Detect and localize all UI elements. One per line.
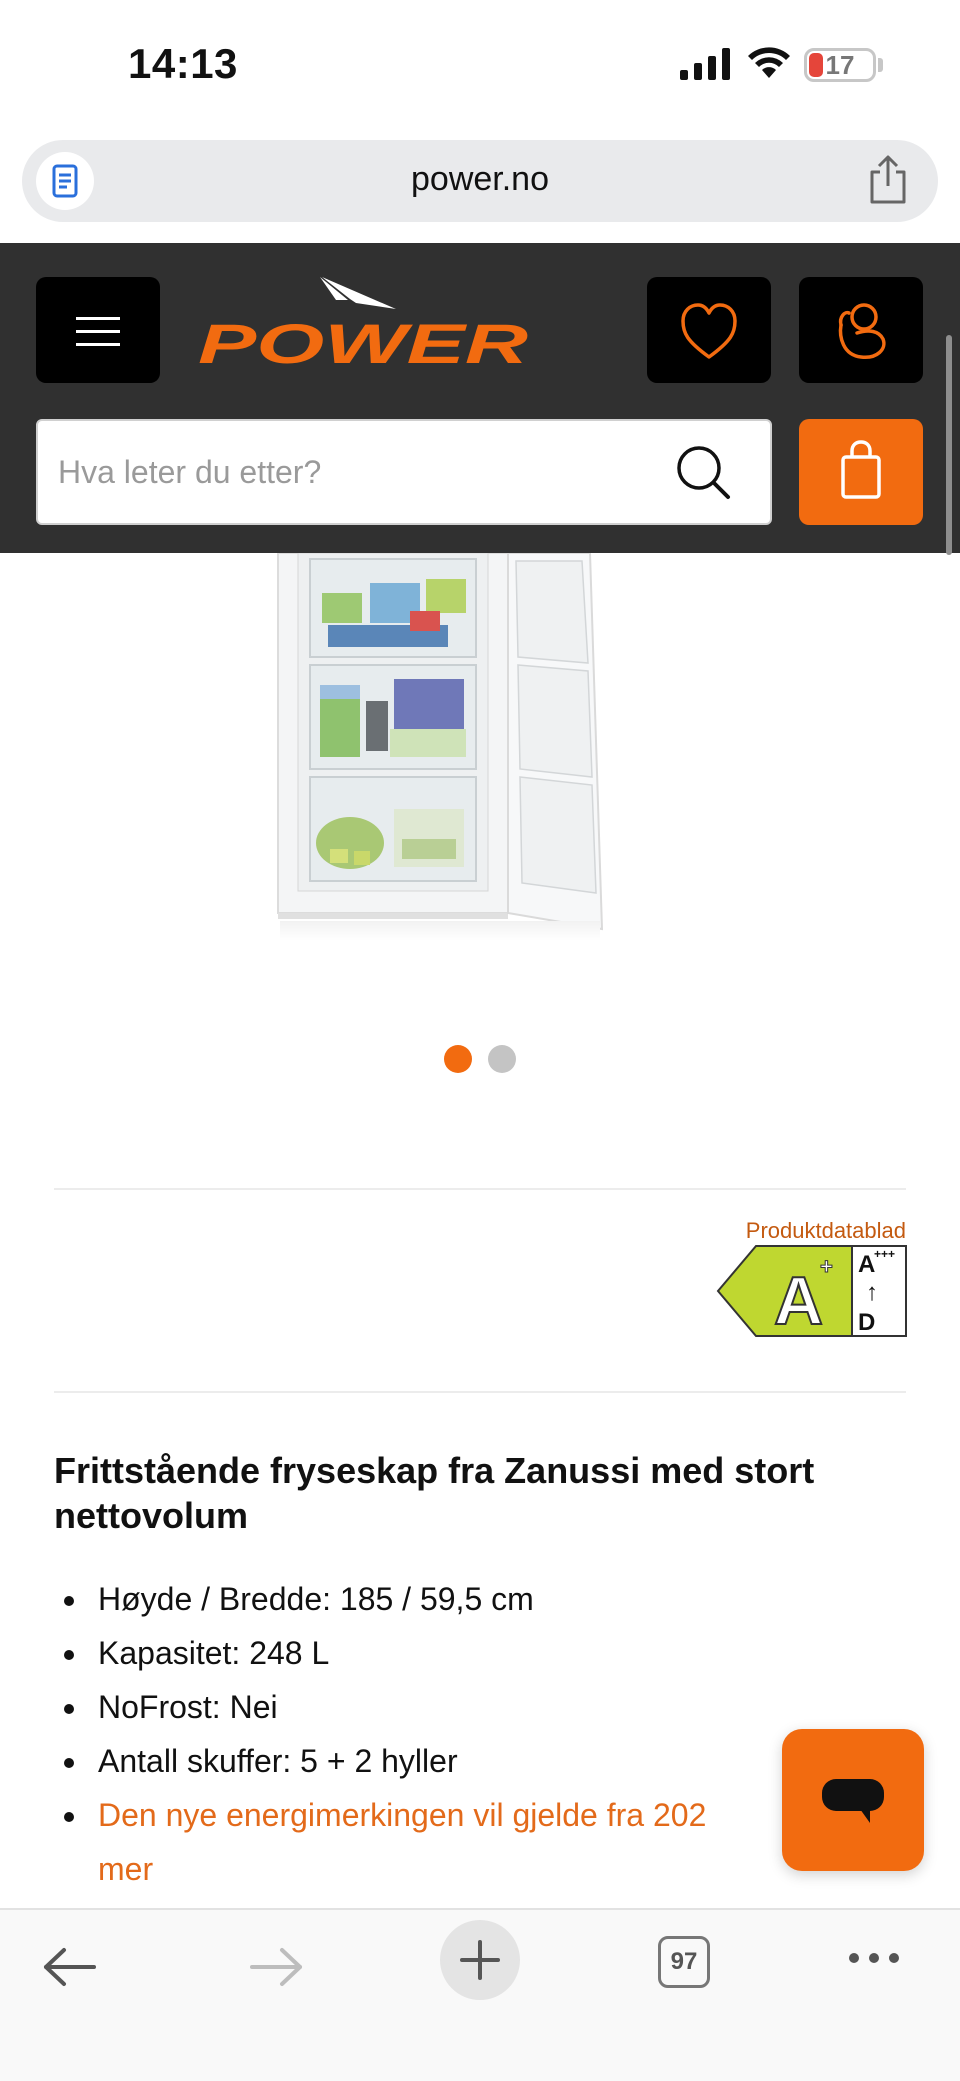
battery-icon: 17 (804, 48, 876, 82)
energy-scale-top-suffix: +++ (874, 1247, 895, 1261)
power-logo[interactable]: POWER (196, 273, 536, 373)
energy-class: A (774, 1263, 823, 1338)
chat-button[interactable] (782, 1729, 924, 1871)
cellular-signal-icon (680, 48, 730, 80)
energy-class-suffix: + (820, 1254, 833, 1279)
account-icon (838, 303, 886, 359)
feature-item: Kapasitet: 248 L (54, 1626, 914, 1680)
product-image-freezer[interactable] (270, 553, 690, 958)
feature-item: NoFrost: Nei (54, 1680, 914, 1734)
battery-cap (878, 58, 883, 72)
product-title: Frittstående fryseskap fra Zanussi med s… (54, 1450, 815, 1536)
carousel-dots (440, 1045, 520, 1075)
battery-level: 17 (825, 50, 855, 80)
energy-label-info-link[interactable]: Den nye energimerkingen vil gjelde fra 2… (54, 1788, 794, 1896)
status-time: 14:13 (128, 40, 238, 87)
logo-text: POWER (198, 312, 529, 373)
energy-scale-arrow: ↑ (866, 1279, 878, 1306)
url-text[interactable]: power.no (22, 160, 938, 199)
site-header: POWER (0, 243, 960, 553)
divider (54, 1391, 906, 1393)
plus-icon (460, 1940, 500, 1980)
wifi-icon (748, 47, 790, 78)
address-bar[interactable]: power.no (22, 140, 938, 222)
account-button[interactable] (799, 277, 923, 383)
chat-icon (822, 1779, 884, 1823)
feature-item: Høyde / Bredde: 185 / 59,5 cm (54, 1572, 914, 1626)
energy-label-badge[interactable]: A + A +++ ↑ D (716, 1244, 908, 1338)
search-box[interactable] (36, 419, 772, 525)
energy-scale-bottom: D (858, 1309, 875, 1336)
carousel-dot-1[interactable] (444, 1045, 472, 1073)
browser-toolbar: 97 (0, 1908, 960, 2081)
energy-note-more[interactable]: mer (98, 1851, 153, 1887)
menu-button[interactable] (36, 277, 160, 383)
share-icon[interactable] (866, 154, 910, 206)
cart-icon (841, 440, 881, 499)
cart-button[interactable] (799, 419, 923, 525)
search-input[interactable] (58, 421, 678, 523)
carousel-dot-2[interactable] (488, 1045, 516, 1073)
forward-icon[interactable] (246, 1942, 306, 1992)
tab-count-button[interactable]: 97 (658, 1936, 710, 1988)
status-bar: 14:13 17 (0, 0, 960, 130)
product-datasheet-link[interactable]: Produktdatablad (746, 1218, 906, 1244)
favorites-button[interactable] (647, 277, 771, 383)
search-icon[interactable] (674, 443, 734, 503)
heart-icon (681, 303, 737, 359)
page-scrollbar[interactable] (946, 335, 952, 555)
new-tab-button[interactable] (440, 1920, 520, 2000)
back-icon[interactable] (40, 1942, 100, 1992)
more-icon[interactable] (846, 1948, 902, 1968)
energy-note-text[interactable]: Den nye energimerkingen vil gjelde fra 2… (98, 1797, 706, 1833)
energy-scale-top: A (858, 1251, 875, 1278)
divider (54, 1188, 906, 1190)
